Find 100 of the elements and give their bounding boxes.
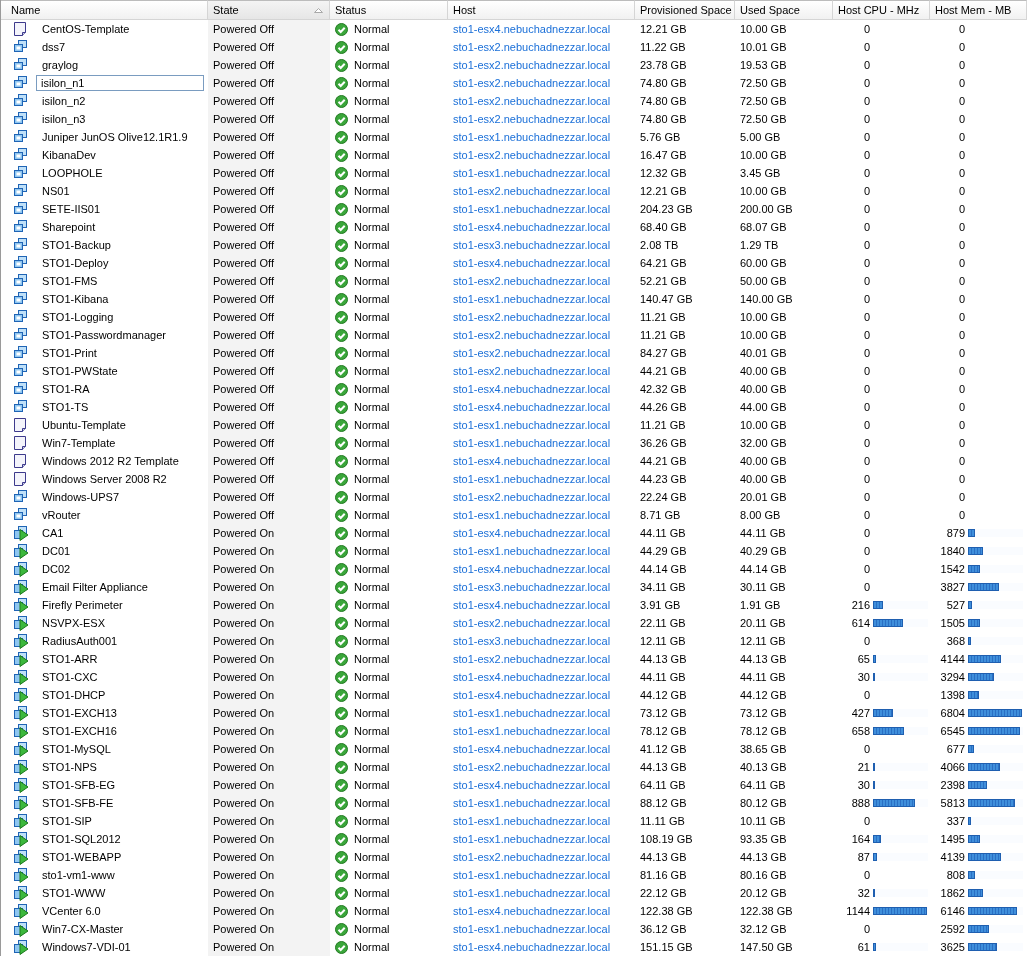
check-circle-icon xyxy=(335,148,348,162)
host-link[interactable]: sto1-esx4.nebuchadnezzar.local xyxy=(453,527,611,539)
host-link[interactable]: sto1-esx2.nebuchadnezzar.local xyxy=(453,275,611,287)
table-cell: Normal xyxy=(354,635,390,647)
column-header[interactable]: Host xyxy=(448,0,635,20)
table-cell: 74.80 GB xyxy=(640,77,687,89)
host-link[interactable]: sto1-esx4.nebuchadnezzar.local xyxy=(453,23,611,35)
host-link[interactable]: sto1-esx2.nebuchadnezzar.local xyxy=(453,761,611,773)
table-cell: 6146 xyxy=(940,905,965,917)
host-link[interactable]: sto1-esx4.nebuchadnezzar.local xyxy=(453,455,611,467)
host-link[interactable]: sto1-esx1.nebuchadnezzar.local xyxy=(453,833,611,845)
table-cell: 50.00 GB xyxy=(740,275,787,287)
boxes-play-icon xyxy=(13,525,29,541)
host-link[interactable]: sto1-esx2.nebuchadnezzar.local xyxy=(453,149,611,161)
host-link[interactable]: sto1-esx2.nebuchadnezzar.local xyxy=(453,851,611,863)
table-cell-text: LOOPHOLE xyxy=(41,166,104,181)
host-link[interactable]: sto1-esx2.nebuchadnezzar.local xyxy=(453,365,611,377)
column-header[interactable]: State xyxy=(208,0,330,20)
host-link[interactable]: sto1-esx1.nebuchadnezzar.local xyxy=(453,923,611,935)
table-cell: 0 xyxy=(958,77,965,89)
host-link[interactable]: sto1-esx4.nebuchadnezzar.local xyxy=(453,401,611,413)
table-cell: Powered On xyxy=(213,905,275,917)
host-link[interactable]: sto1-esx4.nebuchadnezzar.local xyxy=(453,689,611,701)
check-circle-icon xyxy=(335,436,348,450)
host-link[interactable]: sto1-esx4.nebuchadnezzar.local xyxy=(453,563,611,575)
host-link[interactable]: sto1-esx2.nebuchadnezzar.local xyxy=(453,59,611,71)
table-cell: Powered Off xyxy=(213,95,274,107)
table-cell: 64.11 GB xyxy=(740,779,786,791)
column-header[interactable]: Used Space xyxy=(735,0,833,20)
host-link[interactable]: sto1-esx1.nebuchadnezzar.local xyxy=(453,509,611,521)
host-link[interactable]: sto1-esx4.nebuchadnezzar.local xyxy=(453,383,611,395)
check-circle-icon xyxy=(335,670,348,684)
table-cell: 0 xyxy=(958,401,965,413)
host-link[interactable]: sto1-esx4.nebuchadnezzar.local xyxy=(453,743,611,755)
table-cell: 34.11 GB xyxy=(640,581,686,593)
table-cell: Powered On xyxy=(213,635,275,647)
host-link[interactable]: sto1-esx2.nebuchadnezzar.local xyxy=(453,41,611,53)
host-link[interactable]: sto1-esx4.nebuchadnezzar.local xyxy=(453,905,611,917)
table-cell: Powered On xyxy=(213,743,275,755)
host-link[interactable]: sto1-esx4.nebuchadnezzar.local xyxy=(453,941,611,953)
host-link[interactable]: sto1-esx1.nebuchadnezzar.local xyxy=(453,203,611,215)
table-cell: Powered Off xyxy=(213,41,274,53)
host-link[interactable]: sto1-esx2.nebuchadnezzar.local xyxy=(453,491,611,503)
table-cell-text: NSVPX-ESX xyxy=(41,616,106,631)
host-link[interactable]: sto1-esx4.nebuchadnezzar.local xyxy=(453,779,611,791)
table-cell: 0 xyxy=(958,329,965,341)
check-circle-icon xyxy=(335,742,348,756)
check-circle-icon xyxy=(335,94,348,108)
table-cell: 0 xyxy=(863,545,870,557)
table-cell: 879 xyxy=(946,527,965,539)
host-link[interactable]: sto1-esx4.nebuchadnezzar.local xyxy=(453,671,611,683)
host-link[interactable]: sto1-esx1.nebuchadnezzar.local xyxy=(453,167,611,179)
host-link[interactable]: sto1-esx2.nebuchadnezzar.local xyxy=(453,95,611,107)
host-link[interactable]: sto1-esx2.nebuchadnezzar.local xyxy=(453,311,611,323)
host-link[interactable]: sto1-esx1.nebuchadnezzar.local xyxy=(453,437,611,449)
host-link[interactable]: sto1-esx1.nebuchadnezzar.local xyxy=(453,131,611,143)
host-link[interactable]: sto1-esx2.nebuchadnezzar.local xyxy=(453,617,611,629)
host-link[interactable]: sto1-esx4.nebuchadnezzar.local xyxy=(453,599,611,611)
column-header[interactable]: Provisioned Space xyxy=(635,0,735,20)
table-cell: Powered On xyxy=(213,689,275,701)
host-link[interactable]: sto1-esx2.nebuchadnezzar.local xyxy=(453,113,611,125)
column-header[interactable]: Name xyxy=(1,0,208,20)
host-link[interactable]: sto1-esx1.nebuchadnezzar.local xyxy=(453,797,611,809)
host-link[interactable]: sto1-esx2.nebuchadnezzar.local xyxy=(453,329,611,341)
boxes-play-icon xyxy=(13,561,29,577)
table-cell: Normal xyxy=(354,815,390,827)
table-cell: 8.71 GB xyxy=(640,509,681,521)
host-link[interactable]: sto1-esx1.nebuchadnezzar.local xyxy=(453,869,611,881)
host-link[interactable]: sto1-esx2.nebuchadnezzar.local xyxy=(453,653,611,665)
table-cell: Normal xyxy=(354,617,390,629)
boxes-play-icon xyxy=(13,921,29,937)
host-link[interactable]: sto1-esx1.nebuchadnezzar.local xyxy=(453,419,611,431)
table-cell: 0 xyxy=(958,185,965,197)
host-link[interactable]: sto1-esx1.nebuchadnezzar.local xyxy=(453,293,611,305)
table-cell-text: Ubuntu-Template xyxy=(41,418,127,433)
host-link[interactable]: sto1-esx1.nebuchadnezzar.local xyxy=(453,725,611,737)
host-link[interactable]: sto1-esx1.nebuchadnezzar.local xyxy=(453,473,611,485)
host-link[interactable]: sto1-esx2.nebuchadnezzar.local xyxy=(453,185,611,197)
column-header[interactable]: Host CPU - MHz xyxy=(833,0,930,20)
host-link[interactable]: sto1-esx3.nebuchadnezzar.local xyxy=(453,635,611,647)
host-link[interactable]: sto1-esx2.nebuchadnezzar.local xyxy=(453,77,611,89)
column-header[interactable]: Host Mem - MB xyxy=(930,0,1027,20)
host-link[interactable]: sto1-esx4.nebuchadnezzar.local xyxy=(453,257,611,269)
host-link[interactable]: sto1-esx3.nebuchadnezzar.local xyxy=(453,239,611,251)
host-link[interactable]: sto1-esx3.nebuchadnezzar.local xyxy=(453,581,611,593)
table-cell: 12.11 GB xyxy=(740,635,786,647)
table-cell-text: STO1-WEBAPP xyxy=(41,850,123,865)
host-link[interactable]: sto1-esx1.nebuchadnezzar.local xyxy=(453,887,611,899)
host-link[interactable]: sto1-esx2.nebuchadnezzar.local xyxy=(453,347,611,359)
host-link[interactable]: sto1-esx4.nebuchadnezzar.local xyxy=(453,221,611,233)
host-link[interactable]: sto1-esx1.nebuchadnezzar.local xyxy=(453,707,611,719)
table-cell: 0 xyxy=(958,203,965,215)
table-cell-text: Win7-CX-Master xyxy=(41,922,125,937)
host-link[interactable]: sto1-esx1.nebuchadnezzar.local xyxy=(453,815,611,827)
column-header[interactable]: Status xyxy=(330,0,448,20)
rename-field[interactable]: isilon_n1 xyxy=(36,75,204,91)
check-circle-icon xyxy=(335,166,348,180)
table-cell-text: Windows 2012 R2 Template xyxy=(41,454,180,469)
table-cell: Powered On xyxy=(213,527,275,539)
host-link[interactable]: sto1-esx1.nebuchadnezzar.local xyxy=(453,545,611,557)
